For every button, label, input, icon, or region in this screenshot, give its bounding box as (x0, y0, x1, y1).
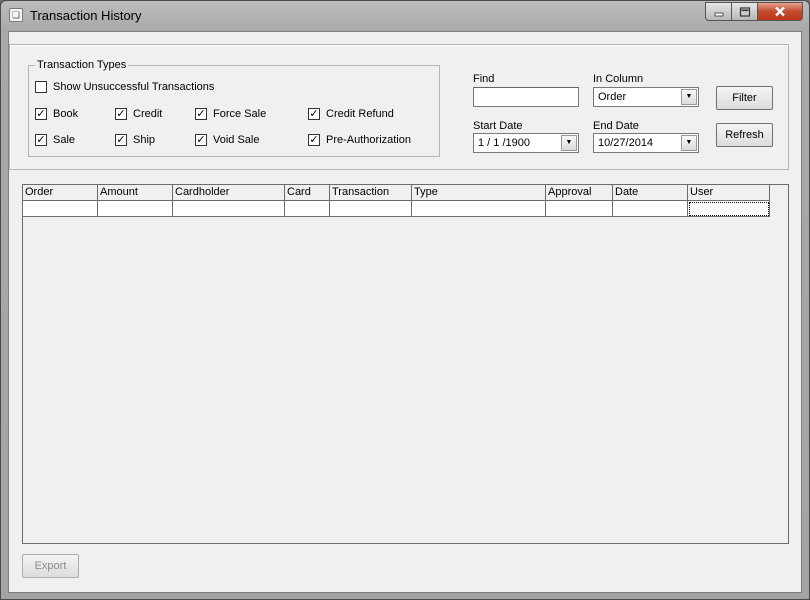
caption-buttons (705, 2, 803, 21)
find-label: Find (473, 73, 495, 85)
column-header-approval[interactable]: Approval (546, 185, 613, 201)
transaction-types-group: Transaction Types Show Unsuccessful Tran… (28, 59, 440, 157)
ship-checkbox[interactable]: ✓ Ship (115, 134, 155, 146)
sale-label: Sale (53, 134, 76, 146)
column-header-type[interactable]: Type (412, 185, 546, 201)
credit-label: Credit (133, 108, 163, 120)
column-header-order[interactable]: Order (23, 185, 98, 201)
check-icon[interactable]: ✓ (115, 108, 127, 120)
table-cell[interactable] (688, 201, 770, 217)
find-input[interactable] (473, 87, 579, 107)
transaction-history-window: ❏ Transaction History Transaction Types … (0, 0, 810, 600)
maximize-icon (739, 6, 750, 17)
column-header-cardholder[interactable]: Cardholder (173, 185, 285, 201)
table-cell[interactable] (23, 201, 98, 217)
void-sale-checkbox[interactable]: ✓ Void Sale (195, 134, 259, 146)
maximize-button[interactable] (732, 2, 758, 21)
chevron-down-icon[interactable]: ▼ (681, 89, 697, 105)
minimize-button[interactable] (705, 2, 732, 21)
refresh-button[interactable]: Refresh (716, 123, 773, 147)
book-label: Book (53, 108, 79, 120)
export-button[interactable]: Export (22, 554, 79, 578)
in-column-label: In Column (593, 73, 644, 85)
check-icon[interactable]: ✓ (115, 134, 127, 146)
minimize-icon (714, 12, 723, 16)
table-cell[interactable] (285, 201, 330, 217)
grid-header: Order Amount Cardholder Card Transaction… (23, 185, 770, 201)
start-date-label: Start Date (473, 120, 523, 132)
show-unsuccessful-checkbox[interactable]: Show Unsuccessful Transactions (35, 81, 214, 93)
table-row[interactable] (23, 201, 770, 217)
close-button[interactable] (758, 2, 803, 21)
filter-panel: Transaction Types Show Unsuccessful Tran… (9, 44, 789, 170)
check-icon[interactable]: ✓ (308, 108, 320, 120)
end-date-label: End Date (593, 120, 639, 132)
check-icon[interactable]: ✓ (35, 108, 47, 120)
sale-checkbox[interactable]: ✓ Sale (35, 134, 75, 146)
table-cell[interactable] (613, 201, 688, 217)
ship-label: Ship (133, 134, 156, 146)
column-header-transaction[interactable]: Transaction (330, 185, 412, 201)
show-unsuccessful-label: Show Unsuccessful Transactions (53, 81, 215, 93)
table-cell[interactable] (412, 201, 546, 217)
check-icon[interactable]: ✓ (308, 134, 320, 146)
end-date-value: 10/27/2014 (598, 137, 654, 149)
client-area: Transaction Types Show Unsuccessful Tran… (8, 31, 802, 593)
column-header-card[interactable]: Card (285, 185, 330, 201)
app-icon[interactable]: ❏ (9, 8, 23, 22)
table-cell[interactable] (330, 201, 412, 217)
transactions-grid[interactable]: Order Amount Cardholder Card Transaction… (22, 184, 789, 544)
chevron-down-icon[interactable]: ▼ (681, 135, 697, 151)
in-column-value: Order (598, 91, 627, 103)
credit-refund-checkbox[interactable]: ✓ Credit Refund (308, 108, 394, 120)
table-cell[interactable] (546, 201, 613, 217)
filter-button[interactable]: Filter (716, 86, 773, 110)
pre-authorization-label: Pre-Authorization (326, 134, 411, 146)
checkbox-box[interactable] (35, 81, 47, 93)
force-sale-label: Force Sale (213, 108, 267, 120)
pre-authorization-checkbox[interactable]: ✓ Pre-Authorization (308, 134, 411, 146)
window-title: Transaction History (30, 8, 142, 23)
check-icon[interactable]: ✓ (35, 134, 47, 146)
credit-checkbox[interactable]: ✓ Credit (115, 108, 162, 120)
column-header-date[interactable]: Date (613, 185, 688, 201)
end-date-picker[interactable]: 10/27/2014 ▼ (593, 133, 699, 153)
title-bar[interactable]: ❏ Transaction History (1, 1, 809, 31)
book-checkbox[interactable]: ✓ Book (35, 108, 78, 120)
column-header-amount[interactable]: Amount (98, 185, 173, 201)
close-icon (775, 6, 785, 17)
table-cell[interactable] (173, 201, 285, 217)
column-header-user[interactable]: User (688, 185, 770, 201)
force-sale-checkbox[interactable]: ✓ Force Sale (195, 108, 266, 120)
credit-refund-label: Credit Refund (326, 108, 394, 120)
check-icon[interactable]: ✓ (195, 134, 207, 146)
transaction-types-legend: Transaction Types (35, 59, 129, 71)
start-date-value: 1 / 1 /1900 (478, 137, 530, 149)
table-cell[interactable] (98, 201, 173, 217)
void-sale-label: Void Sale (213, 134, 260, 146)
in-column-select[interactable]: Order ▼ (593, 87, 699, 107)
chevron-down-icon[interactable]: ▼ (561, 135, 577, 151)
start-date-picker[interactable]: 1 / 1 /1900 ▼ (473, 133, 579, 153)
check-icon[interactable]: ✓ (195, 108, 207, 120)
